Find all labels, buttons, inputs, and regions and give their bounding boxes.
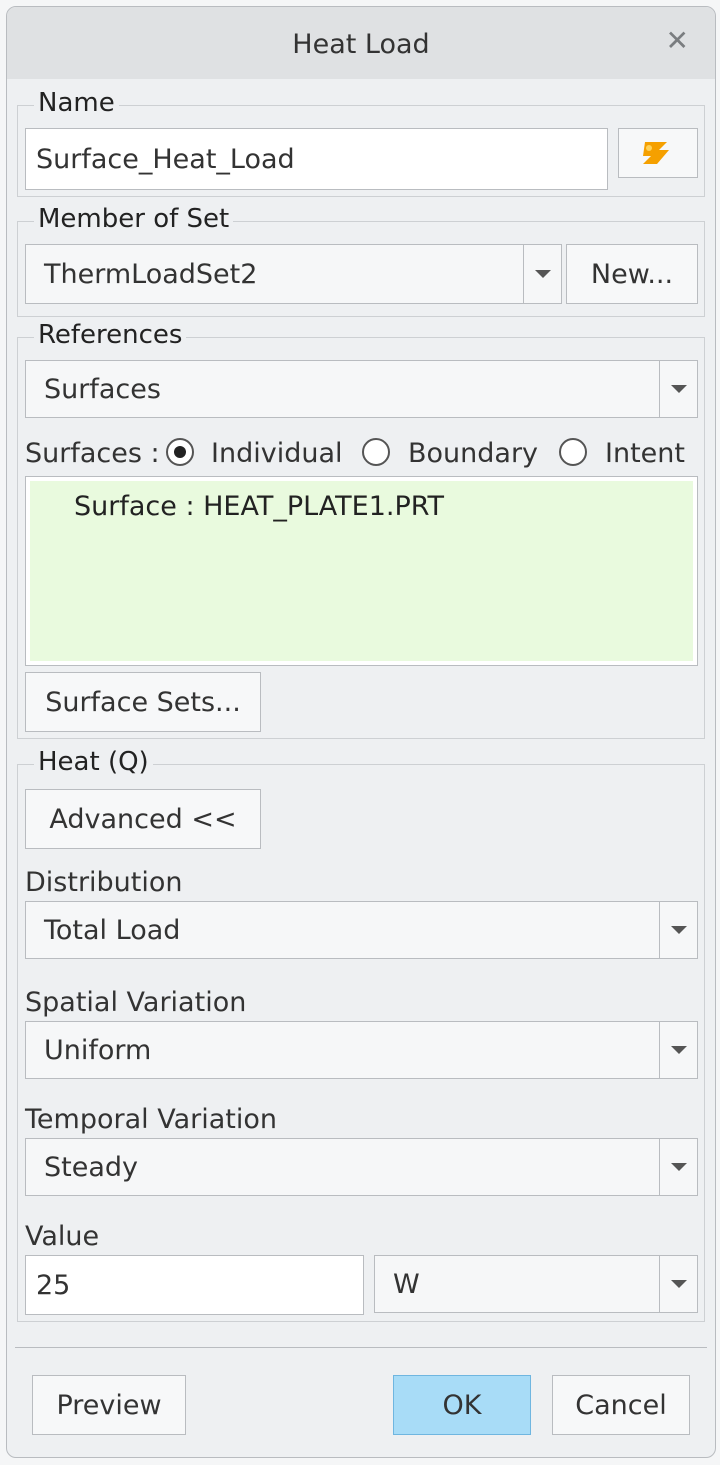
references-select[interactable]: Surfaces — [25, 360, 698, 418]
distribution-value: Total Load — [44, 914, 181, 946]
surface-sets-button[interactable]: Surface Sets... — [25, 672, 261, 732]
member-of-set-select[interactable]: ThermLoadSet2 — [25, 244, 562, 304]
chevron-down-icon[interactable] — [659, 1022, 697, 1078]
close-icon[interactable]: ✕ — [666, 27, 689, 55]
member-of-set-value: ThermLoadSet2 — [44, 258, 258, 290]
ok-button[interactable]: OK — [393, 1375, 531, 1435]
unit-value: W — [393, 1268, 420, 1300]
spatial-variation-value: Uniform — [44, 1034, 152, 1066]
title-bar: Heat Load ✕ — [7, 7, 715, 79]
member-of-set-group: Member of Set ThermLoadSet2 New... — [17, 204, 705, 317]
chevron-down-icon[interactable] — [659, 1139, 697, 1195]
temporal-variation-select[interactable]: Steady — [25, 1138, 698, 1196]
new-set-button[interactable]: New... — [566, 244, 698, 304]
name-group: Name Surface_Heat_Load — [17, 88, 705, 197]
references-value: Surfaces — [44, 373, 161, 405]
chevron-down-icon[interactable] — [659, 902, 697, 958]
radio-boundary-label: Boundary — [408, 438, 539, 469]
list-item[interactable]: Surface : HEAT_PLATE1.PRT — [74, 491, 444, 522]
heat-group-label: Heat (Q) — [34, 747, 153, 777]
dialog-title: Heat Load — [292, 29, 430, 60]
radio-individual[interactable] — [166, 438, 194, 466]
name-picker-button[interactable] — [618, 128, 698, 178]
radio-intent-label: Intent — [605, 438, 685, 469]
surface-list[interactable]: Surface : HEAT_PLATE1.PRT — [25, 476, 698, 666]
heat-group: Heat (Q) Advanced << Distribution Total … — [17, 747, 705, 1322]
cancel-button[interactable]: Cancel — [552, 1375, 690, 1435]
temporal-variation-value: Steady — [44, 1151, 138, 1183]
chevron-down-icon[interactable] — [523, 245, 561, 303]
radio-individual-label: Individual — [211, 438, 343, 469]
chevron-down-icon[interactable] — [659, 1256, 697, 1312]
distribution-select[interactable]: Total Load — [25, 901, 698, 959]
advanced-button[interactable]: Advanced << — [25, 789, 261, 849]
references-label: References — [34, 320, 187, 350]
preview-button[interactable]: Preview — [32, 1375, 186, 1435]
surface-list-area: Surface : HEAT_PLATE1.PRT — [30, 481, 693, 661]
unit-select[interactable]: W — [374, 1255, 698, 1313]
surfaces-label: Surfaces : — [25, 438, 160, 469]
name-picker-icon — [643, 142, 669, 164]
footer-divider — [15, 1347, 707, 1348]
value-input[interactable]: 25 — [25, 1255, 364, 1315]
references-group: References Surfaces Surfaces : Individua… — [17, 320, 705, 739]
member-of-set-label: Member of Set — [34, 204, 234, 234]
temporal-variation-label: Temporal Variation — [25, 1104, 277, 1135]
name-field[interactable]: Surface_Heat_Load — [25, 128, 608, 190]
chevron-down-icon[interactable] — [659, 361, 697, 417]
radio-intent[interactable] — [559, 438, 587, 466]
radio-boundary[interactable] — [362, 438, 390, 466]
spatial-variation-select[interactable]: Uniform — [25, 1021, 698, 1079]
heat-load-dialog: Heat Load ✕ Name Surface_Heat_Load Membe… — [6, 6, 716, 1458]
value-label: Value — [25, 1221, 100, 1252]
name-group-label: Name — [34, 88, 119, 118]
distribution-label: Distribution — [25, 867, 183, 898]
spatial-variation-label: Spatial Variation — [25, 987, 247, 1018]
